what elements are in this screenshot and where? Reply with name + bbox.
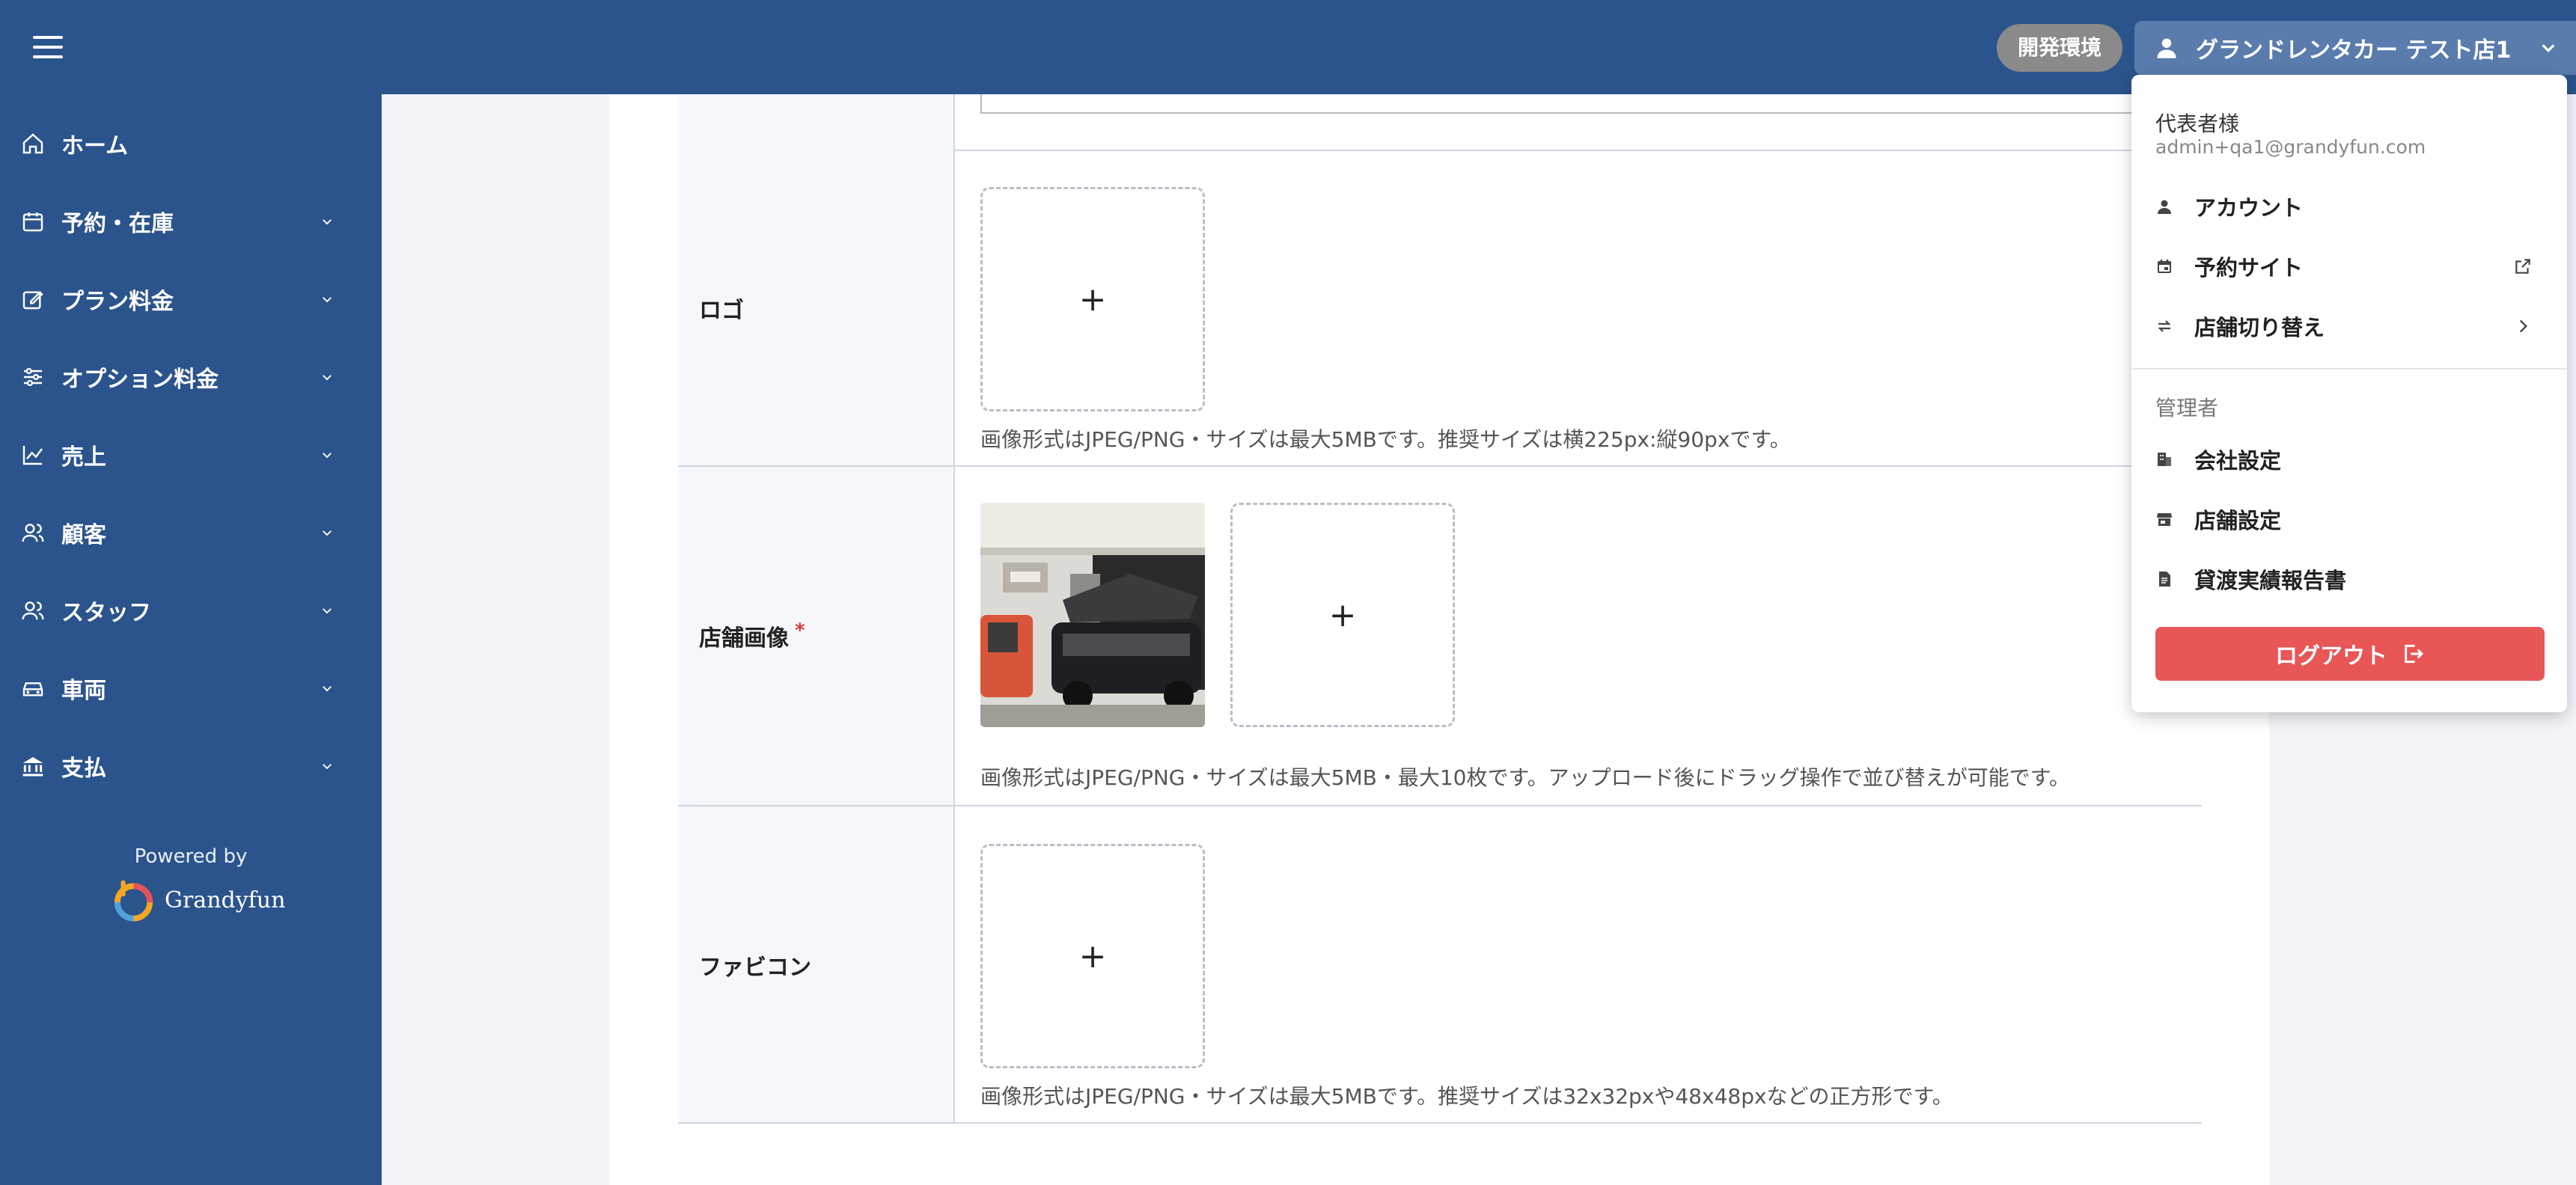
store-photo-thumbnail[interactable] bbox=[980, 503, 1205, 727]
menu-item-booking-site[interactable]: 予約サイト bbox=[2131, 239, 2567, 293]
grandyfun-logo-icon bbox=[114, 880, 153, 922]
plus-icon: + bbox=[1328, 595, 1357, 634]
menu-item-store-settings[interactable]: 店舗設定 bbox=[2131, 492, 2567, 546]
menu-divider bbox=[2131, 368, 2567, 370]
chart-line-icon bbox=[22, 446, 43, 465]
menu-item-rental-report[interactable]: 貸渡実績報告書 bbox=[2131, 552, 2567, 606]
menu-item-label: 店舗設定 bbox=[2194, 508, 2282, 533]
hamburger-menu-icon[interactable] bbox=[33, 36, 63, 58]
sidebar-item-label: オプション料金 bbox=[61, 367, 219, 393]
sidebar-item-option-price[interactable]: オプション料金 bbox=[0, 347, 382, 407]
sidebar-item-staff[interactable]: スタッフ bbox=[0, 581, 382, 640]
chevron-down-icon bbox=[323, 686, 332, 692]
chevron-down-icon bbox=[323, 453, 332, 459]
store-photo bbox=[980, 503, 1205, 727]
staff-icon bbox=[22, 601, 44, 620]
sidebar-item-label: 売上 bbox=[61, 444, 106, 471]
edit-icon bbox=[22, 290, 43, 310]
calendar-icon bbox=[2158, 260, 2171, 273]
plus-icon: + bbox=[1078, 937, 1107, 976]
sidebar-item-label: 顧客 bbox=[61, 522, 106, 548]
brand-name: Grandyfun bbox=[165, 887, 286, 913]
sidebar-item-label: 支払 bbox=[61, 756, 106, 782]
chevron-down-icon bbox=[323, 530, 332, 536]
menu-item-account[interactable]: アカウント bbox=[2131, 180, 2567, 233]
chevron-down-icon bbox=[323, 764, 332, 770]
form-row-favicon: ファビコン + 画像形式はJPEG/PNG・サイズは最大5MBです。推奨サイズは… bbox=[678, 806, 2202, 1124]
env-badge: 開発環境 bbox=[1997, 24, 2123, 72]
account-dropdown-menu: 代表者様 admin+qa1@grandyfun.com アカウント 予約サイト… bbox=[2131, 75, 2567, 712]
logout-icon bbox=[2405, 644, 2424, 664]
user-name: 代表者様 bbox=[2155, 111, 2240, 136]
sidebar-item-vehicles[interactable]: 車両 bbox=[0, 658, 382, 718]
sidebar-item-label: プラン料金 bbox=[61, 289, 174, 315]
chevron-down-icon bbox=[323, 297, 332, 303]
menu-item-company-settings[interactable]: 会社設定 bbox=[2131, 432, 2567, 486]
swap-icon bbox=[2158, 320, 2171, 332]
sidebar-item-label: ホーム bbox=[61, 133, 129, 159]
menu-item-label: アカウント bbox=[2194, 195, 2304, 221]
logo-upload-box[interactable]: + bbox=[980, 187, 1205, 411]
building-icon bbox=[2158, 453, 2171, 466]
favicon-label: ファビコン bbox=[699, 955, 811, 981]
home-icon bbox=[22, 133, 43, 154]
sidebar-item-label: スタッフ bbox=[61, 600, 151, 626]
logout-label: ログアウト bbox=[2275, 643, 2387, 670]
sidebar-item-sales[interactable]: 売上 bbox=[0, 425, 382, 485]
powered-by: Powered by bbox=[134, 845, 248, 868]
external-link-icon bbox=[2515, 259, 2530, 274]
bank-icon bbox=[22, 757, 43, 777]
chevron-down-icon bbox=[323, 608, 332, 614]
car-icon bbox=[22, 682, 43, 696]
sidebar-item-customers[interactable]: 顧客 bbox=[0, 503, 382, 563]
required-mark: * bbox=[795, 619, 805, 642]
user-icon bbox=[2158, 200, 2171, 214]
store-image-label: 店舗画像 * bbox=[699, 619, 805, 652]
menu-item-label: 店舗切り替え bbox=[2194, 315, 2325, 340]
favicon-upload-box[interactable]: + bbox=[980, 844, 1205, 1068]
chevron-right-icon bbox=[2519, 319, 2528, 333]
menu-item-label: 予約サイト bbox=[2194, 255, 2304, 281]
chevron-down-icon bbox=[2542, 44, 2555, 52]
admin-section-label: 管理者 bbox=[2155, 396, 2219, 420]
sidebar: ホーム 予約・在庫 プラン料金 オプション料金 売上 顧客 スタッフ 車両 支払 bbox=[0, 94, 382, 1185]
sidebar-item-label: 車両 bbox=[61, 678, 106, 704]
chevron-down-icon bbox=[323, 375, 332, 381]
calendar-icon bbox=[22, 212, 43, 232]
sidebar-item-label: 予約・在庫 bbox=[61, 211, 174, 237]
form-row-store-image: 店舗画像 * + 画像形式はJPEG/PNG・サイズは最大5MB・最大10枚です。… bbox=[678, 467, 2202, 806]
sidebar-item-plan-price[interactable]: プラン料金 bbox=[0, 269, 382, 329]
logo-label: ロゴ bbox=[699, 298, 744, 324]
chevron-down-icon bbox=[323, 219, 332, 225]
sidebar-item-home[interactable]: ホーム bbox=[0, 114, 382, 174]
sidebar-item-reservation[interactable]: 予約・在庫 bbox=[0, 192, 382, 251]
users-icon bbox=[22, 524, 44, 542]
plus-icon: + bbox=[1078, 280, 1107, 319]
form-row-logo: ロゴ + 画像形式はJPEG/PNG・サイズは最大5MBです。推奨サイズは横22… bbox=[678, 150, 2202, 467]
store-name: グランドレンタカー テスト店1 bbox=[2196, 37, 2512, 64]
brand-logo: Grandyfun bbox=[109, 877, 285, 923]
logout-button[interactable]: ログアウト bbox=[2155, 627, 2545, 681]
favicon-hint: 画像形式はJPEG/PNG・サイズは最大5MBです。推奨サイズは32x32pxや… bbox=[980, 1084, 1953, 1109]
sidebar-item-payment[interactable]: 支払 bbox=[0, 736, 382, 796]
user-email: admin+qa1@grandyfun.com bbox=[2155, 136, 2426, 158]
logo-hint: 画像形式はJPEG/PNG・サイズは最大5MBです。推奨サイズは横225px:縦… bbox=[980, 427, 1791, 452]
sliders-icon bbox=[24, 367, 42, 387]
menu-item-switch-store[interactable]: 店舗切り替え bbox=[2131, 299, 2567, 353]
store-account-menu-button[interactable]: グランドレンタカー テスト店1 bbox=[2134, 21, 2576, 75]
user-icon bbox=[2157, 38, 2176, 58]
menu-item-label: 貸渡実績報告書 bbox=[2194, 568, 2347, 593]
menu-item-label: 会社設定 bbox=[2194, 448, 2282, 474]
store-image-upload-box[interactable]: + bbox=[1230, 503, 1455, 727]
store-image-hint: 画像形式はJPEG/PNG・サイズは最大5MB・最大10枚です。アップロード後に… bbox=[980, 765, 2070, 790]
document-icon bbox=[2159, 572, 2170, 587]
store-icon bbox=[2157, 513, 2172, 526]
